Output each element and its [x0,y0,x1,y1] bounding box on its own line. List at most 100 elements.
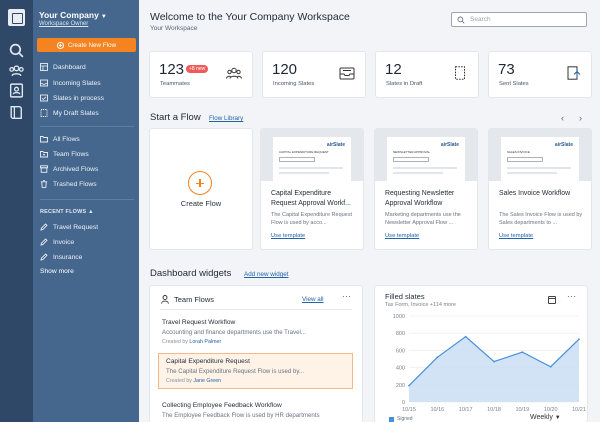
team-flow-item-selected[interactable]: Capital Expenditure Request The Capital … [158,353,353,389]
pencil-icon [40,223,48,231]
template-card[interactable]: airSlate CAPITAL EXPENDITURE REQUEST Cap… [261,129,363,249]
inbox-icon [40,79,48,87]
template-thumbnail: airSlate CAPITAL EXPENDITURE REQUEST [261,129,363,181]
sidebar-divider [40,126,134,127]
creator-name[interactable]: Jane Green [193,378,221,384]
stat-card-sent-slates[interactable]: 73 Sent Slates [489,52,591,97]
create-flow-card[interactable]: Create Flow [150,129,252,249]
team-flow-item[interactable]: Collecting Employee Feedback Workflow Th… [162,402,344,419]
sidebar-item-archived-flows[interactable]: Archived Flows [40,164,98,174]
sidebar-item-my-draft-slates[interactable]: My Draft Slates [40,108,99,118]
search-input[interactable] [470,16,580,23]
book-icon[interactable] [8,104,25,121]
period-dropdown[interactable]: Weekly ▼ [530,414,561,421]
sidebar-item-trashed-flows[interactable]: Trashed Flows [40,179,97,189]
stat-label: Slates in Draft [386,81,423,87]
x-tick-label: 10/15 [402,407,416,413]
recent-flows-heading: RECENT FLOWS [40,209,87,215]
archive-icon [40,165,48,173]
team-flow-item[interactable]: Travel Request Workflow Accounting and f… [162,319,344,345]
preview-line [393,167,457,169]
recent-flow-label: Travel Request [53,223,99,231]
sidebar-item-label: Trashed Flows [53,180,97,188]
sidebar-item-slates-in-process[interactable]: Slates in process [40,93,104,103]
template-title: Sales Invoice Workflow [499,190,571,197]
template-thumbnail: airSlate SALES INVOICE [489,129,591,181]
team-flow-creator: Created by Jane Green [166,378,345,384]
y-tick-label: 800 [396,331,405,337]
preview-doc-title: SALES INVOICE [507,150,530,154]
show-more-link[interactable]: Show more [40,268,74,275]
flow-library-link[interactable]: Flow Library [209,115,243,122]
created-by-label: Created by [162,339,188,345]
workspace-switcher[interactable]: Your Company ▼ [39,10,107,20]
search-icon[interactable] [8,42,25,59]
recent-flow-label: Invoice [53,238,75,246]
chart-legend[interactable]: Signed [389,416,413,422]
stat-label: Sent Slates [499,81,529,87]
series-area [409,336,579,402]
template-title: Capital Expenditure Request Approval Wor… [271,190,351,207]
y-tick-label: 600 [396,348,405,354]
create-flow-label: Create Flow [180,199,222,208]
recent-flows-toggle[interactable]: RECENT FLOWS ▲ [40,209,94,215]
stat-card-slates-in-draft[interactable]: 12 Slates in Draft [376,52,478,97]
stat-card-incoming-slates[interactable]: 120 Incoming Slates [263,52,365,97]
team-flow-description: The Employee Feedback Flow is used by HR… [162,412,320,419]
main-content: Welcome to the Your Company Workspace Yo… [139,0,600,422]
template-description: The Capital Expenditure Request Flow is … [271,212,353,227]
sidebar-divider [40,199,134,200]
template-card[interactable]: airSlate NEWSLETTER APPROVAL Requesting … [375,129,477,249]
filled-slates-title: Filled slates [385,292,425,301]
more-options-icon[interactable]: ··· [567,292,577,301]
data-point [578,338,580,341]
template-title: Requesting Newsletter Approval Workflow [385,190,455,207]
contacts-icon[interactable] [8,82,25,99]
start-flow-heading: Start a Flow [150,112,201,123]
recent-flow-invoice[interactable]: Invoice [40,237,74,247]
add-new-widget-link[interactable]: Add new widget [244,271,288,278]
icon-rail [0,0,33,422]
sidebar-item-label: All Flows [53,135,80,143]
create-new-flow-button[interactable]: Create New Flow [37,38,136,52]
sidebar-item-label: Dashboard [53,63,86,71]
sidebar-item-label: Slates in process [53,94,104,102]
inbox-tray-icon [339,67,355,80]
use-template-link[interactable]: Use template [385,233,419,239]
x-tick-label: 10/17 [459,407,473,413]
preview-line [507,167,571,169]
workspace-role-link[interactable]: Workspace Owner [39,21,88,27]
stat-value: 123 [159,61,185,78]
sidebar-item-team-flows[interactable]: Team Flows [40,149,89,159]
search-box[interactable] [451,12,587,27]
document-preview: airSlate NEWSLETTER APPROVAL [387,137,465,181]
app-logo-icon[interactable] [8,9,25,26]
document-preview: airSlate CAPITAL EXPENDITURE REQUEST [273,137,351,181]
sidebar-item-dashboard[interactable]: Dashboard [40,62,86,72]
use-template-link[interactable]: Use template [271,233,305,239]
recent-flow-insurance[interactable]: Insurance [40,252,82,262]
view-all-link[interactable]: View all [302,296,324,303]
draft-doc-icon [455,66,465,80]
recent-flow-travel-request[interactable]: Travel Request [40,222,98,232]
template-card[interactable]: airSlate SALES INVOICE Sales Invoice Wor… [489,129,591,249]
sidebar-item-incoming-slates[interactable]: Incoming Slates [40,78,101,88]
use-template-link[interactable]: Use template [499,233,533,239]
more-options-icon[interactable]: ··· [342,292,352,301]
data-point [549,365,552,368]
document-preview: airSlate SALES INVOICE [501,137,579,181]
sidebar-item-all-flows[interactable]: All Flows [40,134,80,144]
data-point [408,384,410,387]
search-icon [457,16,465,24]
chevron-left-icon[interactable]: ‹ [561,113,564,123]
calendar-icon[interactable] [548,296,556,304]
stat-card-teammates[interactable]: 123 +8 new Teammates [150,52,252,97]
team-icon[interactable] [8,62,25,79]
page-title: Welcome to the Your Company Workspace [150,11,350,23]
creator-name[interactable]: Lorah Palmer [189,339,221,345]
legend-checkbox[interactable] [389,416,394,422]
period-value: Weekly [530,414,553,421]
chevron-up-icon: ▲ [88,209,94,215]
team-flow-description: The Capital Expenditure Request Flow is … [166,368,305,375]
chevron-right-icon[interactable]: › [579,113,582,123]
